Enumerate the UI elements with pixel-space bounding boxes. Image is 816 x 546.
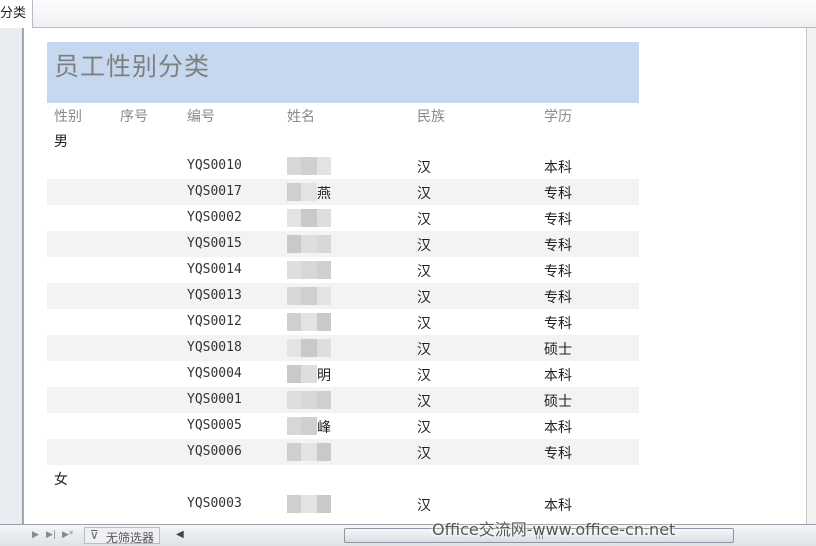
column-header-name: 姓名: [287, 109, 315, 125]
redacted-name-mosaic: [287, 313, 331, 331]
employee-education: 硕士: [544, 394, 572, 410]
employee-code: YQS0004: [187, 366, 242, 381]
employee-ethnicity: 汉: [417, 238, 431, 254]
group-label: 女: [54, 472, 68, 488]
table-row: YQS0018 汉 硕士: [47, 335, 639, 361]
redacted-name-mosaic: [287, 443, 331, 461]
window-right-edge: [806, 28, 816, 524]
employee-ethnicity: 汉: [417, 212, 431, 228]
employee-ethnicity: 汉: [417, 498, 431, 514]
employee-name: 明: [317, 368, 331, 384]
employee-education: 专科: [544, 212, 572, 228]
employee-ethnicity: 汉: [417, 264, 431, 280]
employee-education: 专科: [544, 316, 572, 332]
employee-code: YQS0015: [187, 236, 242, 251]
employee-code: YQS0017: [187, 184, 242, 199]
employee-name: 燕: [317, 186, 331, 202]
watermark: Office交流网-www.office-cn.net: [432, 520, 676, 539]
record-navigation-bar: ▶ ▶| ▶* ⊽ 无筛选器 ◀ |||: [0, 524, 816, 546]
redacted-name-mosaic: [287, 391, 331, 409]
filter-off-icon: ⊽: [90, 528, 99, 542]
employee-ethnicity: 汉: [417, 420, 431, 436]
table-row: YQS0003 汉 本科: [47, 491, 639, 517]
employee-code: YQS0001: [187, 392, 242, 407]
table-row: YQS0001 汉 硕士: [47, 387, 639, 413]
employee-code: YQS0003: [187, 496, 242, 511]
report-view: 员工性别分类 性别 序号 编号 姓名 民族 学历 男 YQS0010 汉本科 YQS0…: [24, 28, 806, 524]
employee-ethnicity: 汉: [417, 186, 431, 202]
employee-ethnicity: 汉: [417, 316, 431, 332]
group-label: 男: [54, 134, 68, 150]
column-header-code: 编号: [187, 109, 215, 125]
column-header-ethnicity: 民族: [417, 109, 445, 125]
employee-education: 专科: [544, 264, 572, 280]
redacted-name-mosaic: [287, 339, 331, 357]
navigation-pane-collapsed[interactable]: [0, 28, 23, 524]
report-tab[interactable]: 分类: [0, 0, 34, 28]
employee-education: 专科: [544, 238, 572, 254]
new-record-icon[interactable]: ▶*: [62, 530, 73, 540]
employee-ethnicity: 汉: [417, 342, 431, 358]
table-row: YQS0017 燕 汉 专科: [47, 179, 639, 205]
employee-ethnicity: 汉: [417, 368, 431, 384]
employee-code: YQS0002: [187, 210, 242, 225]
next-record-icon[interactable]: ▶: [32, 530, 39, 540]
employee-education: 专科: [544, 290, 572, 306]
redacted-name-mosaic: [287, 235, 331, 253]
redacted-name-mosaic: [287, 157, 331, 175]
employee-education: 本科: [544, 498, 572, 514]
last-record-icon[interactable]: ▶|: [46, 530, 56, 540]
employee-education: 硕士: [544, 342, 572, 358]
report-tab-label: 分类: [0, 6, 27, 21]
employee-education: 本科: [544, 420, 572, 436]
table-row: YQS0005 峰 汉 本科: [47, 413, 639, 439]
table-row: YQS0014 汉 专科: [47, 257, 639, 283]
table-row: YQS0004 明 汉 本科: [47, 361, 639, 387]
redacted-name-mosaic: [287, 495, 331, 513]
employee-code: YQS0012: [187, 314, 242, 329]
redacted-name-mosaic: [287, 209, 331, 227]
employee-code: YQS0006: [187, 444, 242, 459]
employee-code: YQS0010: [187, 158, 242, 173]
employee-code: YQS0018: [187, 340, 242, 355]
employee-ethnicity: 汉: [417, 290, 431, 306]
column-header-education: 学历: [544, 109, 572, 125]
employee-education: 本科: [544, 368, 572, 384]
redacted-name-mosaic: [287, 287, 331, 305]
filter-label: 无筛选器: [106, 531, 155, 545]
employee-ethnicity: 汉: [417, 394, 431, 410]
employee-name: 峰: [317, 420, 331, 436]
employee-education: 专科: [544, 186, 572, 202]
report-title: 员工性别分类: [54, 52, 211, 81]
report-header-band: 员工性别分类: [47, 42, 639, 103]
table-row: YQS0013 汉 专科: [47, 283, 639, 309]
column-header-seq: 序号: [120, 109, 148, 125]
scroll-left-arrow-icon[interactable]: ◀: [176, 529, 184, 540]
employee-code: YQS0014: [187, 262, 242, 277]
table-row: YQS0006 汉 专科: [47, 439, 639, 465]
table-row: YQS0002 汉 专科: [47, 205, 639, 231]
employee-code: YQS0005: [187, 418, 242, 433]
table-row: YQS0012 汉 专科: [47, 309, 639, 335]
employee-code: YQS0013: [187, 288, 242, 303]
filter-indicator[interactable]: ⊽ 无筛选器: [84, 527, 160, 545]
document-tab-bar: 分类: [0, 0, 816, 28]
redacted-name-mosaic: [287, 261, 331, 279]
employee-education: 专科: [544, 446, 572, 462]
employee-education: 本科: [544, 160, 572, 176]
table-row: YQS0010 汉 本科: [47, 153, 639, 179]
column-header-gender: 性别: [54, 109, 82, 125]
employee-ethnicity: 汉: [417, 160, 431, 176]
employee-ethnicity: 汉: [417, 446, 431, 462]
table-row: YQS0015 汉 专科: [47, 231, 639, 257]
